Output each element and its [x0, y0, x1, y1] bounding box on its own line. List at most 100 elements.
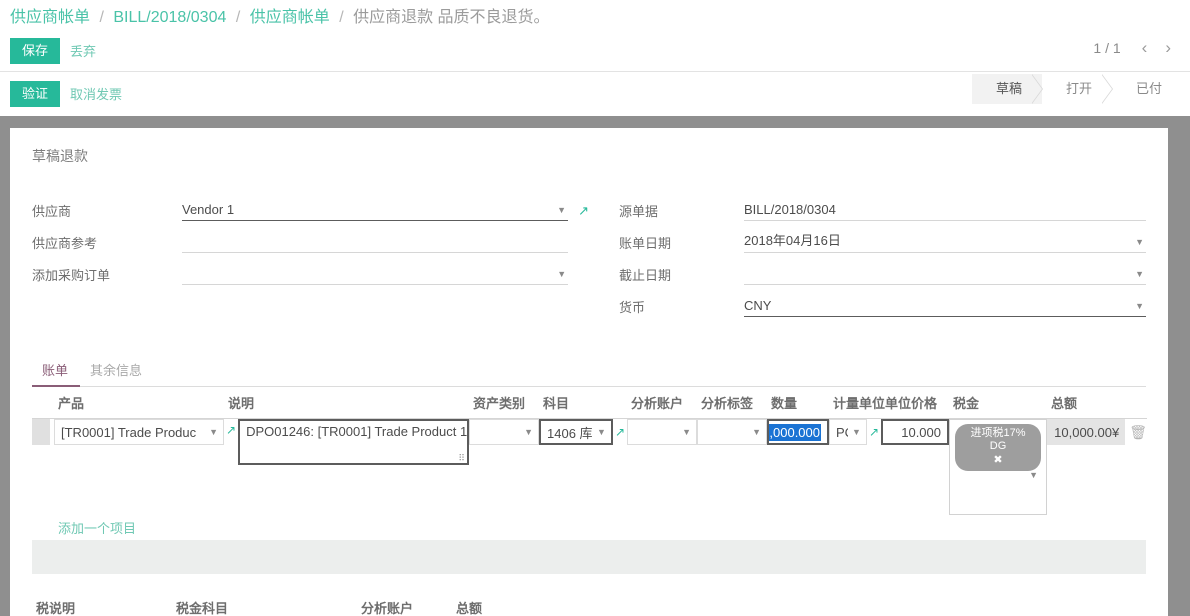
- field-due-date-value[interactable]: [744, 281, 1131, 284]
- chevron-down-icon[interactable]: ▼: [748, 427, 763, 437]
- notebook-tabs: 账单 其余信息: [32, 354, 1146, 387]
- chevron-down-icon[interactable]: ▼: [1131, 237, 1146, 252]
- save-button[interactable]: 保存: [10, 37, 61, 64]
- external-link-icon[interactable]: ↗: [613, 425, 627, 439]
- chevron-down-icon[interactable]: ▼: [1131, 301, 1146, 316]
- product-input[interactable]: [TR0001] Trade Produc ▼: [54, 419, 224, 445]
- description-textarea[interactable]: DPO01246: [TR0001] Trade Product 1 ⠿: [238, 419, 469, 465]
- header-uom: 计量单位: [829, 387, 885, 419]
- cell-analytic-account[interactable]: ▼: [627, 419, 697, 516]
- status-bar: 草稿 打开 已付: [971, 74, 1182, 104]
- header-handle: [32, 387, 54, 419]
- cell-taxes[interactable]: 进项税17% DG ✖ ▼: [949, 419, 1047, 515]
- field-vendor-reference-value[interactable]: [182, 249, 568, 252]
- drag-handle-icon[interactable]: [32, 419, 50, 445]
- cell-unit-price[interactable]: 10.000: [881, 419, 949, 516]
- form-column-right: 源单据 BILL/2018/0304 账单日期 2018年04月16日 ▼ 截止…: [589, 196, 1146, 324]
- field-vendor-reference: 供应商参考: [32, 228, 589, 253]
- chevron-down-icon[interactable]: ▼: [1131, 269, 1146, 284]
- field-currency-control[interactable]: CNY ▼: [744, 294, 1146, 317]
- field-bill-date-control[interactable]: 2018年04月16日 ▼: [744, 230, 1146, 253]
- breadcrumb-item-2[interactable]: 供应商帐单: [250, 9, 330, 26]
- breadcrumb-item-current: 供应商退款 品质不良退货。: [353, 9, 550, 26]
- header-asset-category: 资产类别: [469, 387, 539, 419]
- taxes-dropdown-panel[interactable]: 进项税17% DG ✖ ▼: [949, 419, 1047, 515]
- chevron-down-icon[interactable]: ▼: [678, 427, 693, 437]
- cell-uom[interactable]: PCS ▼ ↗: [829, 419, 881, 516]
- form-body: 供应商 Vendor 1 ▼ ↗ 供应商参考 添加采购订单 ▼ 源单据 BILL…: [32, 196, 1146, 324]
- tab-bill[interactable]: 账单: [32, 354, 81, 387]
- breadcrumb-separator: /: [99, 9, 104, 26]
- discard-button[interactable]: 丢弃: [60, 36, 106, 65]
- resize-grip-icon[interactable]: ⠿: [458, 454, 465, 463]
- field-source-document-label: 源单据: [619, 204, 659, 219]
- unit-price-input[interactable]: 10.000: [881, 419, 949, 445]
- chevron-down-icon[interactable]: ▼: [553, 269, 568, 284]
- header-analytic-account: 分析账户: [627, 387, 697, 419]
- cell-analytic-tags[interactable]: ▼: [697, 419, 767, 516]
- add-line-link[interactable]: 添加一个项目: [54, 515, 136, 540]
- header-tax-amount: 总额: [452, 592, 542, 616]
- description-value: DPO01246: [TR0001] Trade Product 1: [246, 424, 468, 439]
- invoice-lines-table: 产品 说明 资产类别 科目 分析账户 分析标签 数量 计量单位 单位价格 税金 …: [32, 387, 1147, 540]
- chevron-down-icon[interactable]: ▼: [553, 205, 568, 220]
- cell-asset-category[interactable]: ▼: [469, 419, 539, 516]
- pager-next-icon[interactable]: ›: [1156, 39, 1180, 56]
- chevron-down-icon[interactable]: ▼: [520, 427, 535, 437]
- pager-count: 1 / 1: [1093, 40, 1121, 56]
- cancel-invoice-button[interactable]: 取消发票: [60, 79, 132, 108]
- account-input[interactable]: 1406 库存i ▼: [539, 419, 613, 445]
- header-unit-price: 单位价格: [881, 387, 949, 419]
- asset-category-input[interactable]: ▼: [469, 419, 539, 445]
- status-stage-paid[interactable]: 已付: [1111, 74, 1182, 104]
- cell-description[interactable]: ↗ DPO01246: [TR0001] Trade Product 1 ⠿: [224, 419, 469, 516]
- cell-quantity[interactable]: 1,000.000: [767, 419, 829, 516]
- tax-tag[interactable]: 进项税17% DG ✖: [955, 424, 1041, 471]
- chevron-down-icon[interactable]: ▼: [1029, 470, 1038, 480]
- chevron-down-icon[interactable]: ▼: [593, 427, 608, 437]
- external-link-icon[interactable]: ↗: [867, 425, 881, 439]
- external-link-icon[interactable]: ↗: [578, 203, 589, 221]
- close-icon[interactable]: ✖: [962, 454, 1034, 467]
- form-sheet: 草稿退款 供应商 Vendor 1 ▼ ↗ 供应商参考 添加采购订单 ▼ 源单据…: [10, 128, 1168, 616]
- pager-previous-icon[interactable]: ‹: [1133, 39, 1157, 56]
- action-toolbar: 验证 取消发票 草稿 打开 已付: [0, 71, 1190, 116]
- field-source-document-control[interactable]: BILL/2018/0304: [744, 198, 1146, 221]
- analytic-tags-input[interactable]: ▼: [697, 419, 767, 445]
- breadcrumb-item-0[interactable]: 供应商帐单: [10, 9, 90, 26]
- status-stage-draft[interactable]: 草稿: [971, 74, 1043, 104]
- field-add-purchase-order-control[interactable]: ▼: [182, 262, 569, 285]
- form-column-left: 供应商 Vendor 1 ▼ ↗ 供应商参考 添加采购订单 ▼: [32, 196, 589, 324]
- chevron-down-icon[interactable]: ▼: [848, 427, 863, 437]
- tax-header-row: 税说明 税金科目 分析账户 总额: [32, 592, 572, 616]
- page-title: 草稿退款: [32, 148, 88, 164]
- field-source-document-value[interactable]: BILL/2018/0304: [744, 202, 1146, 220]
- field-source-document: 源单据 BILL/2018/0304: [619, 196, 1146, 221]
- field-vendor: 供应商 Vendor 1 ▼ ↗: [32, 196, 589, 221]
- field-add-purchase-order-value[interactable]: [182, 281, 553, 284]
- delete-row-icon[interactable]: 🗑: [1125, 424, 1147, 441]
- validate-button[interactable]: 验证: [10, 80, 61, 107]
- header-tax-analytic: 分析账户: [357, 592, 452, 616]
- header-account: 科目: [539, 387, 627, 419]
- analytic-account-input[interactable]: ▼: [627, 419, 697, 445]
- tab-other-info[interactable]: 其余信息: [80, 354, 154, 387]
- external-link-icon[interactable]: ↗: [224, 419, 238, 437]
- field-vendor-control[interactable]: Vendor 1 ▼: [182, 198, 569, 221]
- cell-account[interactable]: 1406 库存i ▼ ↗: [539, 419, 627, 516]
- field-vendor-reference-control[interactable]: [182, 230, 569, 253]
- cell-product[interactable]: [TR0001] Trade Produc ▼: [54, 419, 224, 516]
- field-vendor-value[interactable]: Vendor 1: [182, 202, 553, 220]
- bottom-area: 税说明 税金科目 分析账户 总额 plus 17% VAT 22210101 进…: [32, 574, 1146, 616]
- lines-header-row: 产品 说明 资产类别 科目 分析账户 分析标签 数量 计量单位 单位价格 税金 …: [32, 387, 1147, 419]
- chevron-down-icon[interactable]: ▼: [205, 427, 220, 437]
- record-pager: 1 / 1 ‹ ›: [1093, 39, 1180, 56]
- status-stage-open[interactable]: 打开: [1041, 74, 1114, 104]
- quantity-input[interactable]: 1,000.000: [767, 419, 829, 445]
- uom-input[interactable]: PCS ▼: [829, 419, 867, 445]
- field-currency-value[interactable]: CNY: [744, 298, 1131, 316]
- breadcrumb-item-1[interactable]: BILL/2018/0304: [113, 9, 226, 26]
- tax-lines-table: 税说明 税金科目 分析账户 总额 plus 17% VAT 22210101 进…: [32, 592, 572, 616]
- field-due-date-control[interactable]: ▼: [744, 262, 1146, 285]
- field-bill-date-value[interactable]: 2018年04月16日: [744, 230, 1131, 252]
